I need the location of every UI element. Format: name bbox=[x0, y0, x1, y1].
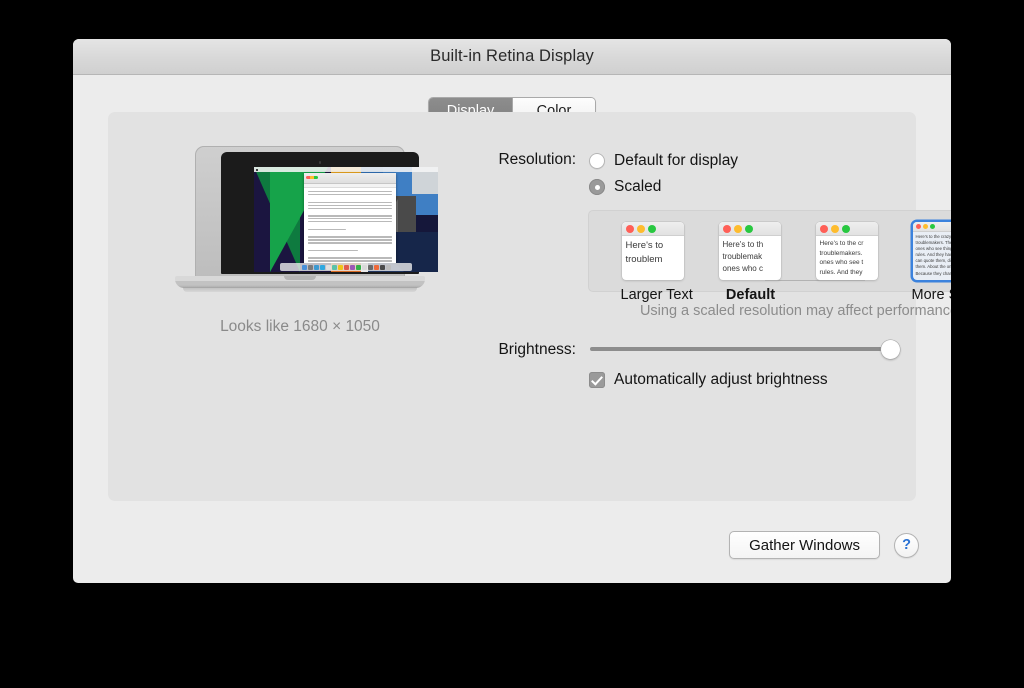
gather-windows-button[interactable]: Gather Windows bbox=[729, 531, 880, 559]
looks-like-label: Looks like 1680 × 1050 bbox=[220, 318, 380, 335]
resolution-option-scaled-label: Scaled bbox=[614, 178, 662, 195]
thumbnail-text-line: troublemakers. bbox=[819, 249, 863, 257]
radio-default-icon[interactable] bbox=[589, 153, 605, 169]
zoom-icon bbox=[841, 224, 850, 233]
thumbnail-text-line: Because they change t bbox=[915, 270, 952, 276]
brightness-control bbox=[576, 339, 904, 359]
resolution-row: Resolution: Default for display Scaled H… bbox=[468, 150, 951, 319]
resolution-option-default-label: Default for display bbox=[614, 152, 739, 169]
thumbnail-titlebar bbox=[815, 222, 878, 236]
thumbnail-titlebar bbox=[718, 222, 781, 236]
laptop-screen bbox=[254, 167, 438, 272]
laptop-shadow bbox=[183, 287, 417, 292]
close-icon bbox=[722, 224, 731, 233]
thumbnail-text-line: Here's to the cr bbox=[819, 240, 864, 247]
scaled-option-label: More Space bbox=[911, 287, 952, 303]
scaled-option-larger-text[interactable]: Here's to troublem Larger Text bbox=[620, 222, 693, 303]
thumbnail-text: Here's to troublem bbox=[622, 236, 684, 267]
display-preferences-window: Built-in Retina Display Display Color Lo… bbox=[73, 39, 951, 583]
thumbnail-text-line: ones who c bbox=[722, 264, 763, 273]
minimize-icon bbox=[636, 224, 645, 233]
thumbnail-text-line: ones who see t bbox=[819, 259, 864, 266]
auto-brightness-label: Automatically adjust brightness bbox=[614, 371, 828, 388]
laptop-lid bbox=[195, 146, 438, 278]
thumbnail-text: Here's to the cr troublemakers. ones who… bbox=[816, 236, 878, 277]
close-icon bbox=[819, 224, 828, 233]
thumbnail-titlebar bbox=[621, 222, 684, 236]
resolution-label: Resolution: bbox=[498, 151, 576, 168]
window-title: Built-in Retina Display bbox=[430, 47, 594, 65]
desktop-dock bbox=[279, 263, 413, 271]
thumbnail-text-line: them. About the only th bbox=[915, 264, 952, 270]
thumbnail-text-line: troublem bbox=[625, 254, 663, 265]
resolution-options: Default for display Scaled Here's to tro… bbox=[576, 150, 951, 319]
thumbnail-preview[interactable]: Here's to the crazy ones troublemakers. … bbox=[912, 222, 952, 280]
scaled-option-middle[interactable]: Here's to the cr troublemakers. ones who… bbox=[815, 222, 882, 303]
auto-brightness-row[interactable]: Automatically adjust brightness bbox=[468, 371, 904, 389]
display-settings-form: Resolution: Default for display Scaled H… bbox=[468, 150, 951, 389]
macbook-preview-image bbox=[175, 146, 438, 298]
document-text bbox=[304, 188, 396, 263]
laptop-bezel bbox=[221, 152, 438, 274]
zoom-icon bbox=[647, 224, 656, 233]
thumbnail-text-line: Here's to bbox=[625, 240, 664, 251]
close-icon bbox=[915, 224, 921, 229]
help-button[interactable]: ? bbox=[894, 532, 919, 558]
brightness-slider-thumb[interactable] bbox=[881, 339, 900, 359]
brightness-slider-track[interactable] bbox=[590, 347, 891, 351]
zoom-icon bbox=[744, 224, 753, 233]
radio-scaled-icon[interactable] bbox=[589, 179, 605, 195]
brightness-slider[interactable] bbox=[590, 339, 900, 359]
thumbnail-preview[interactable]: Here's to troublem bbox=[621, 222, 684, 280]
window-titlebar: Built-in Retina Display bbox=[73, 39, 951, 75]
display-preview-column: Looks like 1680 × 1050 bbox=[120, 132, 480, 336]
thumbnail-text: Here's to th troublemak ones who c bbox=[719, 236, 781, 275]
desktop-menubar bbox=[254, 167, 438, 172]
scaled-performance-note: Using a scaled resolution may affect per… bbox=[639, 303, 951, 319]
close-icon bbox=[625, 224, 634, 233]
display-settings-panel: Looks like 1680 × 1050 Resolution: Defau… bbox=[108, 112, 951, 501]
resolution-option-scaled[interactable]: Scaled bbox=[589, 176, 951, 198]
minimize-icon bbox=[922, 224, 928, 229]
scaled-option-more-space[interactable]: Here's to the crazy ones troublemakers. … bbox=[911, 222, 952, 303]
document-titlebar bbox=[304, 173, 396, 184]
brightness-row: Brightness: bbox=[468, 339, 904, 359]
window-footer: Gather Windows ? bbox=[729, 531, 919, 559]
brightness-label: Brightness: bbox=[498, 340, 576, 358]
thumbnail-text: Here's to the crazy ones troublemakers. … bbox=[913, 232, 952, 277]
thumbnail-text-line: troublemak bbox=[722, 252, 763, 261]
laptop-notch bbox=[284, 276, 316, 280]
thumbnail-text-line: rules. And they bbox=[819, 268, 863, 276]
scaled-option-label: Default bbox=[725, 287, 776, 303]
thumbnail-preview[interactable]: Here's to th troublemak ones who c bbox=[718, 222, 781, 280]
minimize-icon bbox=[733, 224, 742, 233]
thumbnail-preview[interactable]: Here's to the cr troublemakers. ones who… bbox=[815, 222, 878, 280]
webcam-icon bbox=[318, 161, 322, 164]
scaled-thumbnail-list: Here's to troublem Larger Text Here's to… bbox=[588, 222, 951, 303]
scaled-resolution-chooser: Here's to troublem Larger Text Here's to… bbox=[588, 210, 951, 303]
resolution-option-default[interactable]: Default for display bbox=[589, 150, 951, 172]
zoom-icon bbox=[929, 224, 935, 229]
thumbnail-text-line: Here's to th bbox=[722, 240, 764, 249]
thumbnail-titlebar bbox=[912, 222, 951, 232]
minimize-icon bbox=[830, 224, 839, 233]
scaled-option-default[interactable]: Here's to th troublemak ones who c Defau… bbox=[718, 222, 785, 303]
auto-brightness-checkbox[interactable] bbox=[589, 372, 605, 388]
scaled-option-label: Larger Text bbox=[620, 287, 693, 303]
desktop-document-window bbox=[304, 173, 396, 263]
